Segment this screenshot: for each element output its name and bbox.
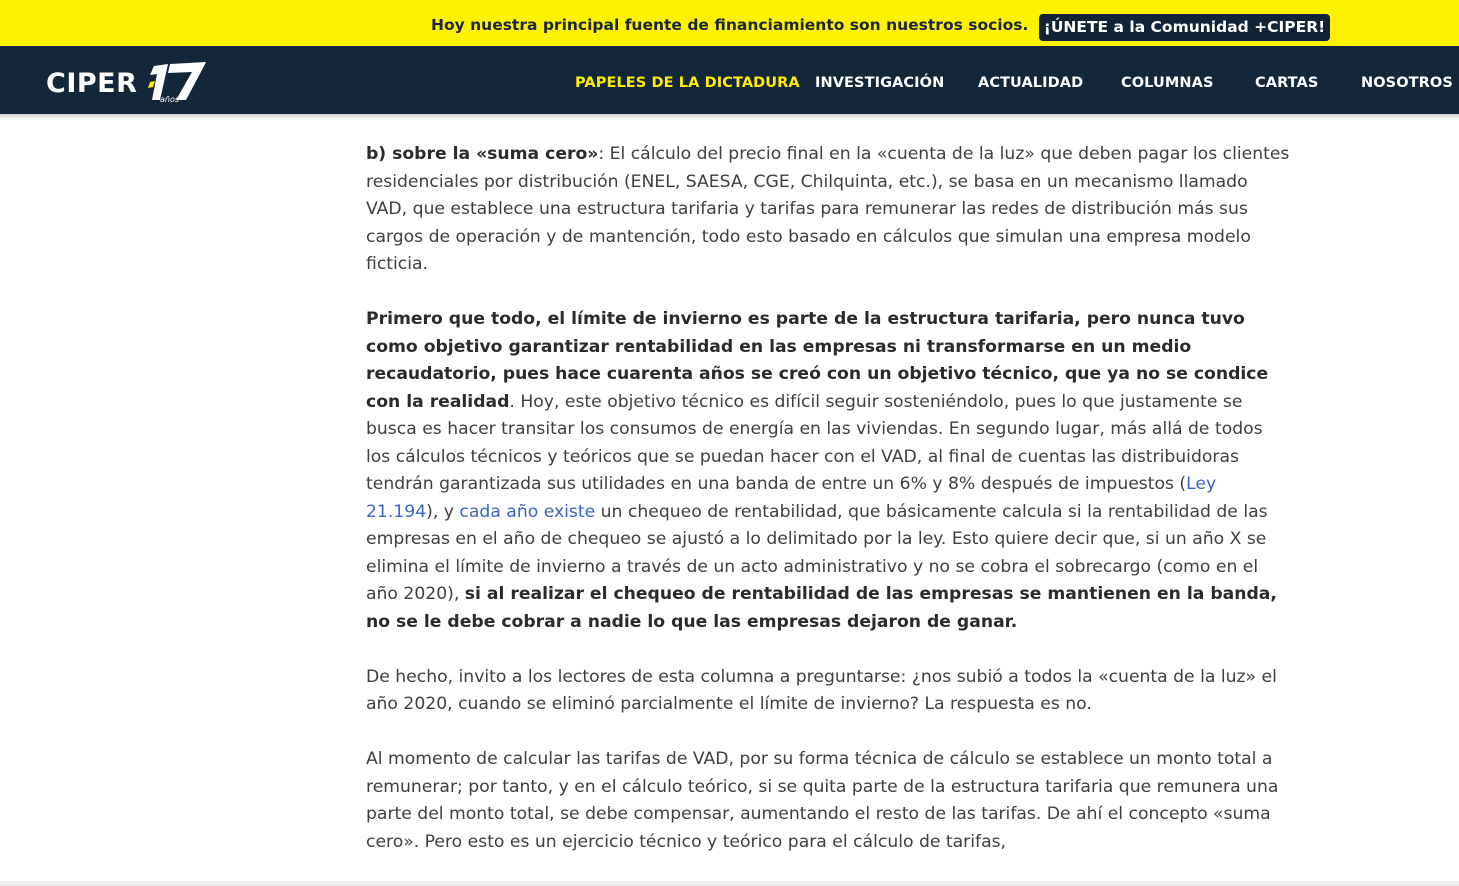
- nav-papeles-dictadura[interactable]: PAPELES DE LA DICTADURA: [575, 75, 800, 91]
- paragraph-bold-conclusion: si al realizar el chequeo de rentabilida…: [366, 584, 1277, 632]
- anniversary-17-icon: años: [148, 62, 206, 104]
- bottom-edge: [0, 881, 1459, 886]
- paragraph-suma-cero: b) sobre la «suma cero»: El cálculo del …: [366, 141, 1291, 279]
- link-cada-ano-existe[interactable]: cada año existe: [459, 502, 595, 522]
- ciper-logo[interactable]: CIPER años: [46, 60, 211, 104]
- main-navbar: CIPER años PAPELES DE LA DICTADURA INVES…: [0, 46, 1459, 114]
- support-message: Hoy nuestra principal fuente de financia…: [431, 16, 1029, 34]
- logo-text: CIPER: [46, 68, 138, 99]
- navbar-shadow: [0, 114, 1459, 120]
- nav-nosotros[interactable]: NOSOTROS: [1361, 75, 1453, 91]
- paragraph-calculo-vad: Al momento de calcular las tarifas de VA…: [366, 749, 1279, 852]
- paragraph-heading-bold: b) sobre la «suma cero»: [366, 144, 599, 164]
- paragraph-pregunta-lectores: De hecho, invito a los lectores de esta …: [366, 666, 1277, 715]
- join-community-button[interactable]: ¡ÚNETE a la Comunidad +CIPER!: [1039, 14, 1330, 41]
- logo-subtext: años: [160, 95, 179, 104]
- article-body: b) sobre la «suma cero»: El cálculo del …: [366, 141, 1291, 884]
- paragraph-text: ), y: [426, 501, 460, 522]
- nav-columnas[interactable]: COLUMNAS: [1121, 75, 1214, 91]
- support-banner: Hoy nuestra principal fuente de financia…: [0, 0, 1459, 46]
- nav-actualidad[interactable]: ACTUALIDAD: [978, 75, 1083, 91]
- nav-investigacion[interactable]: INVESTIGACIÓN: [815, 75, 944, 91]
- nav-cartas[interactable]: CARTAS: [1255, 75, 1318, 91]
- paragraph-limite-invierno: Primero que todo, el límite de invierno …: [366, 306, 1291, 636]
